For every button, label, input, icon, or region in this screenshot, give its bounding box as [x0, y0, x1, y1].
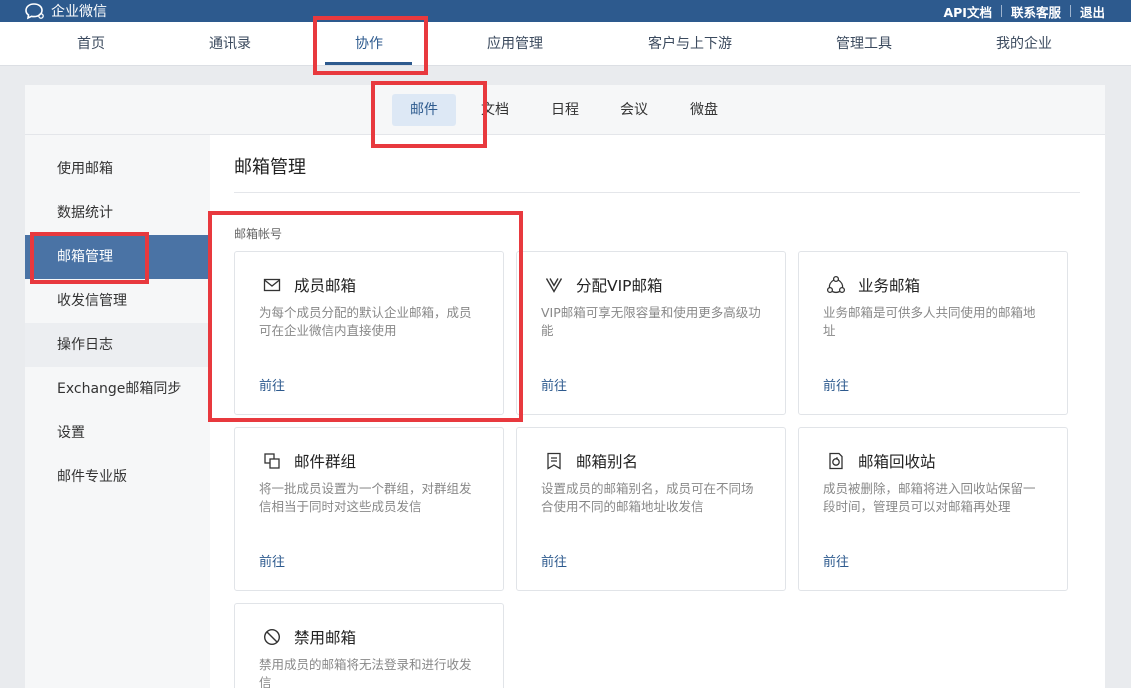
divider [1000, 5, 1002, 17]
sidebar-item-send-receive[interactable]: 收发信管理 [25, 279, 210, 323]
card-description: 设置成员的邮箱别名，成员可在不同场合使用不同的邮箱地址收发信 [541, 481, 754, 514]
card-title: 邮箱别名 [576, 453, 639, 471]
ban-icon [263, 628, 281, 646]
card-title: 分配VIP邮箱 [576, 277, 663, 295]
app-logo[interactable]: 企业微信 [24, 0, 107, 22]
card-go-link[interactable]: 前往 [823, 375, 849, 394]
sidebar-item-statistics[interactable]: 数据统计 [25, 191, 210, 235]
card-go-link[interactable]: 前往 [259, 375, 285, 394]
card-title: 成员邮箱 [294, 277, 357, 295]
tab-schedule[interactable]: 日程 [551, 94, 579, 126]
card-description: VIP邮箱可享无限容量和使用更多高级功能 [541, 305, 761, 338]
tab-mail[interactable]: 邮件 [392, 94, 456, 126]
alias-icon [547, 452, 561, 470]
vip-icon [545, 278, 563, 293]
tab-docs[interactable]: 文档 [481, 94, 509, 126]
sidebar-item-mail-pro[interactable]: 邮件专业版 [25, 455, 210, 499]
top-links: API文档 联系客服 退出 [943, 0, 1105, 22]
tab-drive[interactable]: 微盘 [690, 94, 718, 126]
card-description: 成员被删除，邮箱将进入回收站保留一段时间，管理员可以对邮箱再处理 [823, 481, 1036, 514]
sidebar-item-exchange-sync[interactable]: Exchange邮箱同步 [25, 367, 210, 411]
card-mail-group[interactable]: 邮件群组 将一批成员设置为一个群组，对群组发信相当于同时对这些成员发信 前往 [234, 427, 504, 591]
nav-management-tools[interactable]: 管理工具 [836, 22, 892, 66]
card-go-link[interactable]: 前往 [541, 375, 567, 394]
nav-app-management[interactable]: 应用管理 [487, 22, 543, 66]
sidebar-item-settings[interactable]: 设置 [25, 411, 210, 455]
sidebar: 使用邮箱 数据统计 邮箱管理 收发信管理 操作日志 Exchange邮箱同步 设… [25, 135, 210, 688]
nav-contacts[interactable]: 通讯录 [209, 22, 251, 66]
card-business-mailbox[interactable]: 业务邮箱 业务邮箱是可供多人共同使用的邮箱地址 前往 [798, 251, 1068, 415]
card-description: 将一批成员设置为一个群组，对群组发信相当于同时对这些成员发信 [259, 481, 472, 514]
nav-active-indicator [325, 62, 412, 65]
divider [1069, 5, 1071, 17]
page-title: 邮箱管理 [234, 157, 306, 178]
share-icon [826, 275, 846, 294]
card-title: 业务邮箱 [858, 277, 921, 295]
card-vip-mailbox[interactable]: 分配VIP邮箱 VIP邮箱可享无限容量和使用更多高级功能 前往 [516, 251, 786, 415]
nav-customers[interactable]: 客户与上下游 [648, 22, 732, 66]
nav-collaboration[interactable]: 协作 [355, 22, 383, 66]
recycle-icon [829, 452, 843, 470]
sidebar-item-mailbox-management[interactable]: 邮箱管理 [25, 235, 210, 279]
divider [234, 192, 1080, 193]
app-name: 企业微信 [51, 4, 107, 20]
sidebar-item-operation-log[interactable]: 操作日志 [25, 323, 210, 367]
card-mailbox-recycle[interactable]: 邮箱回收站 成员被删除，邮箱将进入回收站保留一段时间，管理员可以对邮箱再处理 前… [798, 427, 1068, 591]
logout-link[interactable]: 退出 [1080, 2, 1105, 21]
card-description: 禁用成员的邮箱将无法登录和进行收发信 [259, 657, 472, 688]
main-nav: 首页 通讯录 协作 应用管理 客户与上下游 管理工具 我的企业 [0, 22, 1131, 66]
card-title: 邮件群组 [294, 453, 357, 471]
card-member-mailbox[interactable]: 成员邮箱 为每个成员分配的默认企业邮箱，成员可在企业微信内直接使用 前往 [234, 251, 504, 415]
nav-my-enterprise[interactable]: 我的企业 [996, 22, 1052, 66]
tab-meeting[interactable]: 会议 [620, 94, 648, 126]
card-go-link[interactable]: 前往 [823, 551, 849, 570]
sub-tabs: 邮件 文档 日程 会议 微盘 [25, 85, 1105, 135]
wecom-logo-icon [25, 3, 44, 20]
card-go-link[interactable]: 前往 [541, 551, 567, 570]
card-go-link[interactable]: 前往 [259, 551, 285, 570]
nav-home[interactable]: 首页 [77, 22, 105, 66]
envelope-icon [263, 278, 281, 292]
contact-support-link[interactable]: 联系客服 [1011, 2, 1061, 21]
section-label: 邮箱帐号 [234, 227, 283, 241]
card-title: 禁用邮箱 [294, 629, 357, 647]
content-panel: 邮件 文档 日程 会议 微盘 使用邮箱 数据统计 邮箱管理 收发信管理 操作日志… [25, 85, 1105, 688]
card-disable-mailbox[interactable]: 禁用邮箱 禁用成员的邮箱将无法登录和进行收发信 [234, 603, 504, 688]
card-description: 为每个成员分配的默认企业邮箱，成员可在企业微信内直接使用 [259, 305, 472, 338]
api-docs-link[interactable]: API文档 [943, 2, 992, 21]
card-description: 业务邮箱是可供多人共同使用的邮箱地址 [823, 305, 1036, 338]
main-content: 邮箱管理 邮箱帐号 成员邮箱 为每个成员分配的默认企业邮箱，成员可在企业微信内直… [210, 135, 1105, 688]
group-icon [264, 453, 280, 469]
top-bar: 企业微信 API文档 联系客服 退出 [0, 0, 1131, 22]
card-mailbox-alias[interactable]: 邮箱别名 设置成员的邮箱别名，成员可在不同场合使用不同的邮箱地址收发信 前往 [516, 427, 786, 591]
sidebar-item-use-mailbox[interactable]: 使用邮箱 [25, 147, 210, 191]
card-title: 邮箱回收站 [858, 453, 936, 471]
